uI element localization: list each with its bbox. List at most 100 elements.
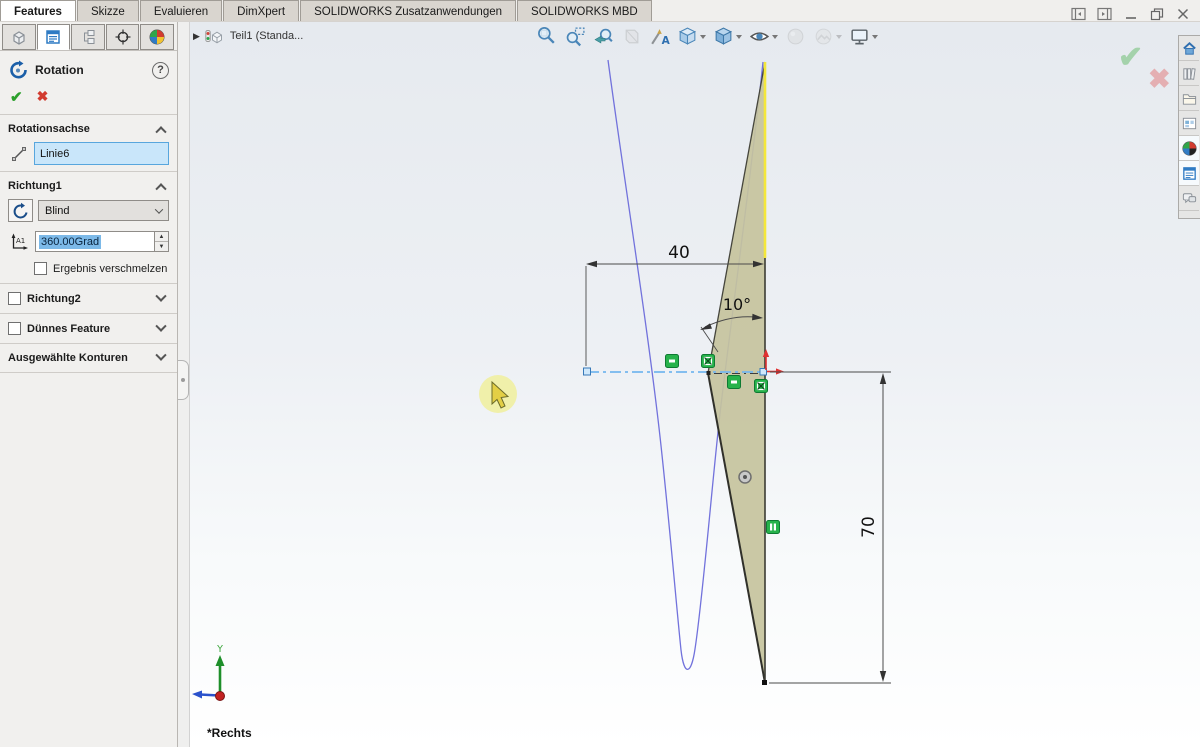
view-orientation-icon[interactable] [675,25,708,48]
file-explorer-icon[interactable] [1179,86,1199,111]
tree-expander-icon[interactable]: ▶ [193,31,200,42]
dropdown-caret-icon[interactable] [836,35,842,39]
graphics-viewport[interactable]: 40 10° 70 [190,22,1200,747]
edit-appearance-icon[interactable] [783,25,808,48]
rotation-axis-input[interactable]: Linie6 [34,142,169,165]
close-icon[interactable] [1173,5,1192,22]
centerline-endpoint-left[interactable] [584,368,591,375]
chevron-down-icon[interactable] [155,290,166,301]
svg-text:10°: 10° [723,295,751,314]
custom-properties-icon[interactable] [1179,161,1199,186]
3d-drawing-view-icon[interactable]: A [647,25,672,48]
tab-evaluieren[interactable]: Evaluieren [140,0,222,21]
section-view-icon[interactable] [619,25,644,48]
chevron-up-icon[interactable] [155,126,166,137]
tab-skizze[interactable]: Skizze [77,0,139,21]
restore-icon[interactable] [1147,5,1166,22]
profile-left-vertex-point[interactable] [707,371,711,375]
tab-zusatzanwendungen[interactable]: SOLIDWORKS Zusatzanwendungen [300,0,516,21]
dropdown-caret-icon[interactable] [700,35,706,39]
flyout-feature-tree[interactable]: ▶ Teil1 (Standa... [193,27,303,45]
panel-splitter[interactable] [178,22,190,747]
constraint-vertical-icon[interactable] [767,521,780,534]
section-label: Dünnes Feature [27,323,110,335]
pm-ok-button[interactable]: ✔ [10,88,23,106]
spinner-up-icon[interactable]: ▲ [155,232,168,242]
triad-y-label: Y [216,644,223,655]
appearances-icon[interactable] [1179,136,1199,161]
thin-feature-checkbox[interactable] [8,322,21,335]
property-manager-icon[interactable] [37,24,71,50]
confirmation-ok-icon[interactable]: ✔ [1118,40,1143,75]
sketch-canvas[interactable]: 40 10° 70 [190,22,1200,747]
forum-icon[interactable] [1179,186,1199,211]
svg-text:40: 40 [668,243,690,263]
minimize-icon[interactable] [1121,5,1140,22]
display-manager-icon[interactable] [140,24,174,50]
view-orientation-label: *Rechts [207,726,252,740]
tab-features[interactable]: Features [0,0,76,21]
end-condition-value: Blind [45,205,69,217]
dropdown-caret-icon[interactable] [872,35,878,39]
constraint-horizontal-icon[interactable] [728,376,741,389]
reverse-direction-icon [12,202,30,220]
end-condition-dropdown[interactable]: Blind [38,200,169,221]
feature-manager-tree-icon[interactable] [2,24,36,50]
angle-input[interactable]: 360.00Grad [35,231,154,252]
sketch-point-icon[interactable] [739,471,751,483]
constraint-horizontal-icon[interactable] [666,355,679,368]
previous-view-icon[interactable] [591,25,616,48]
zoom-to-area-icon[interactable] [563,25,588,48]
rotation-feature-icon [8,60,28,80]
section-label: Richtung1 [8,180,157,192]
window-controls [1069,5,1192,22]
merge-result-row: Ergebnis verschmelzen [0,258,177,284]
chevron-up-icon[interactable] [155,183,166,194]
chevron-down-icon[interactable] [155,320,166,331]
zoom-to-fit-icon[interactable] [535,25,560,48]
help-icon[interactable]: ? [152,62,169,79]
part-icon [205,27,225,45]
chevron-down-icon[interactable] [155,350,166,361]
angle-value-selected: 360.00Grad [39,235,101,249]
direction1-condition-row: Blind [0,196,177,228]
section-rotationsachse-header[interactable]: Rotationsachse [0,115,177,139]
display-style-icon[interactable] [711,25,744,48]
part-name-label[interactable]: Teil1 (Standa... [230,30,303,42]
splitter-collapse-handle[interactable] [178,360,189,400]
dimxpert-manager-icon[interactable] [106,24,140,50]
richtung2-checkbox[interactable] [8,292,21,305]
section-thin-feature-header[interactable]: Dünnes Feature [0,314,177,344]
tab-solidworks-mbd[interactable]: SOLIDWORKS MBD [517,0,652,21]
view-palette-icon[interactable] [1179,111,1199,136]
pm-cancel-button[interactable]: ✖ [37,88,49,106]
constraint-coincident-icon[interactable] [702,355,715,368]
constraint-coincident-icon[interactable] [755,380,768,393]
collapse-pane-right-icon[interactable] [1095,5,1114,22]
section-selected-contours-header[interactable]: Ausgewählte Konturen [0,344,177,373]
dimension-height-70[interactable]: 70 [769,372,891,683]
chevron-down-icon [155,205,163,213]
design-library-icon[interactable] [1179,61,1199,86]
profile-bottom-vertex-point[interactable] [762,680,767,685]
reference-triad: Y Z [190,644,225,701]
view-settings-icon[interactable] [847,25,880,48]
apply-scene-icon[interactable] [811,25,844,48]
collapse-pane-left-icon[interactable] [1069,5,1088,22]
hide-show-items-icon[interactable] [747,25,780,48]
dropdown-caret-icon[interactable] [772,35,778,39]
section-richtung2-header[interactable]: Richtung2 [0,284,177,314]
solidworks-window: Features Skizze Evaluieren DimXpert SOLI… [0,0,1200,747]
merge-result-label: Ergebnis verschmelzen [53,263,167,275]
pm-title: Rotation [35,63,152,77]
tab-dimxpert[interactable]: DimXpert [223,0,299,21]
confirmation-cancel-icon[interactable]: ✖ [1148,64,1171,95]
merge-result-checkbox[interactable] [34,262,47,275]
configuration-manager-icon[interactable] [71,24,105,50]
home-icon[interactable] [1179,36,1199,61]
reverse-direction-button[interactable] [8,199,33,222]
section-richtung1-header[interactable]: Richtung1 [0,172,177,196]
spinner-down-icon[interactable]: ▼ [155,242,168,251]
dropdown-caret-icon[interactable] [736,35,742,39]
angle-spinner[interactable]: ▲ ▼ [154,231,169,252]
